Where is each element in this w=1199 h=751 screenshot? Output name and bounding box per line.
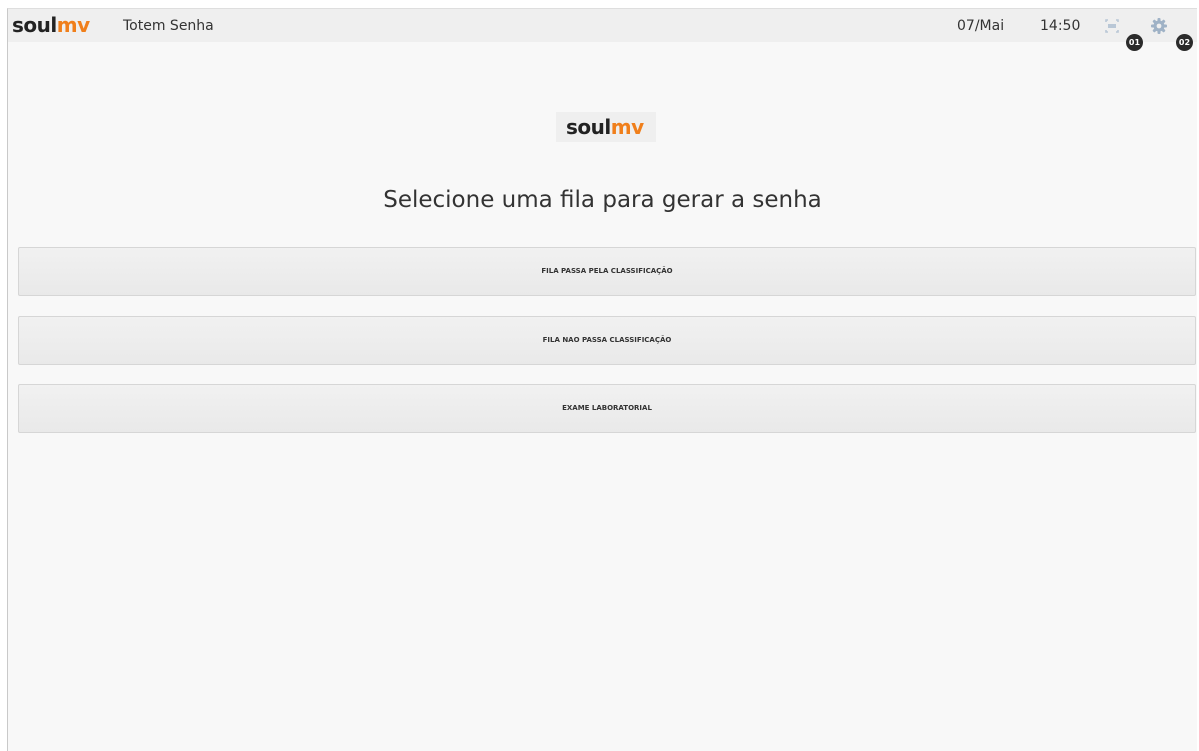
- gear-icon[interactable]: [1148, 15, 1170, 37]
- center-logo-box: soulmv: [556, 112, 656, 142]
- center-logo-mv-text: mv: [610, 115, 644, 139]
- current-date: 07/Mai: [957, 18, 1005, 34]
- screen-icon[interactable]: [1101, 15, 1123, 37]
- queue-button-label: FILA PASSA PELA CLASSIFICAÇÃO: [541, 267, 673, 275]
- queue-button-exame-laboratorial[interactable]: EXAME LABORATORIAL: [18, 384, 1196, 433]
- center-soulmv-logo: soulmv: [566, 114, 644, 140]
- gear-badge: 02: [1176, 34, 1193, 51]
- center-logo-soul-text: soul: [566, 115, 611, 139]
- totem-app: soulmv Totem Senha 07/Mai 14:50 01 02 so…: [7, 8, 1197, 751]
- queue-button-label: EXAME LABORATORIAL: [562, 404, 652, 412]
- screen-badge: 01: [1126, 34, 1143, 51]
- page-heading: Selecione uma fila para gerar a senha: [383, 187, 822, 213]
- top-bar: soulmv Totem Senha 07/Mai 14:50 01 02: [8, 9, 1197, 51]
- soulmv-logo: soulmv: [12, 12, 90, 38]
- app-title: Totem Senha: [123, 18, 214, 34]
- logo-soul-text: soul: [12, 13, 57, 37]
- current-time: 14:50: [1040, 18, 1081, 34]
- queue-button-nao-classificacao[interactable]: FILA NAO PASSA CLASSIFICAÇÃO: [18, 316, 1196, 365]
- queue-button-label: FILA NAO PASSA CLASSIFICAÇÃO: [542, 336, 672, 344]
- logo-mv-text: mv: [56, 13, 90, 37]
- queue-button-classificacao[interactable]: FILA PASSA PELA CLASSIFICAÇÃO: [18, 247, 1196, 296]
